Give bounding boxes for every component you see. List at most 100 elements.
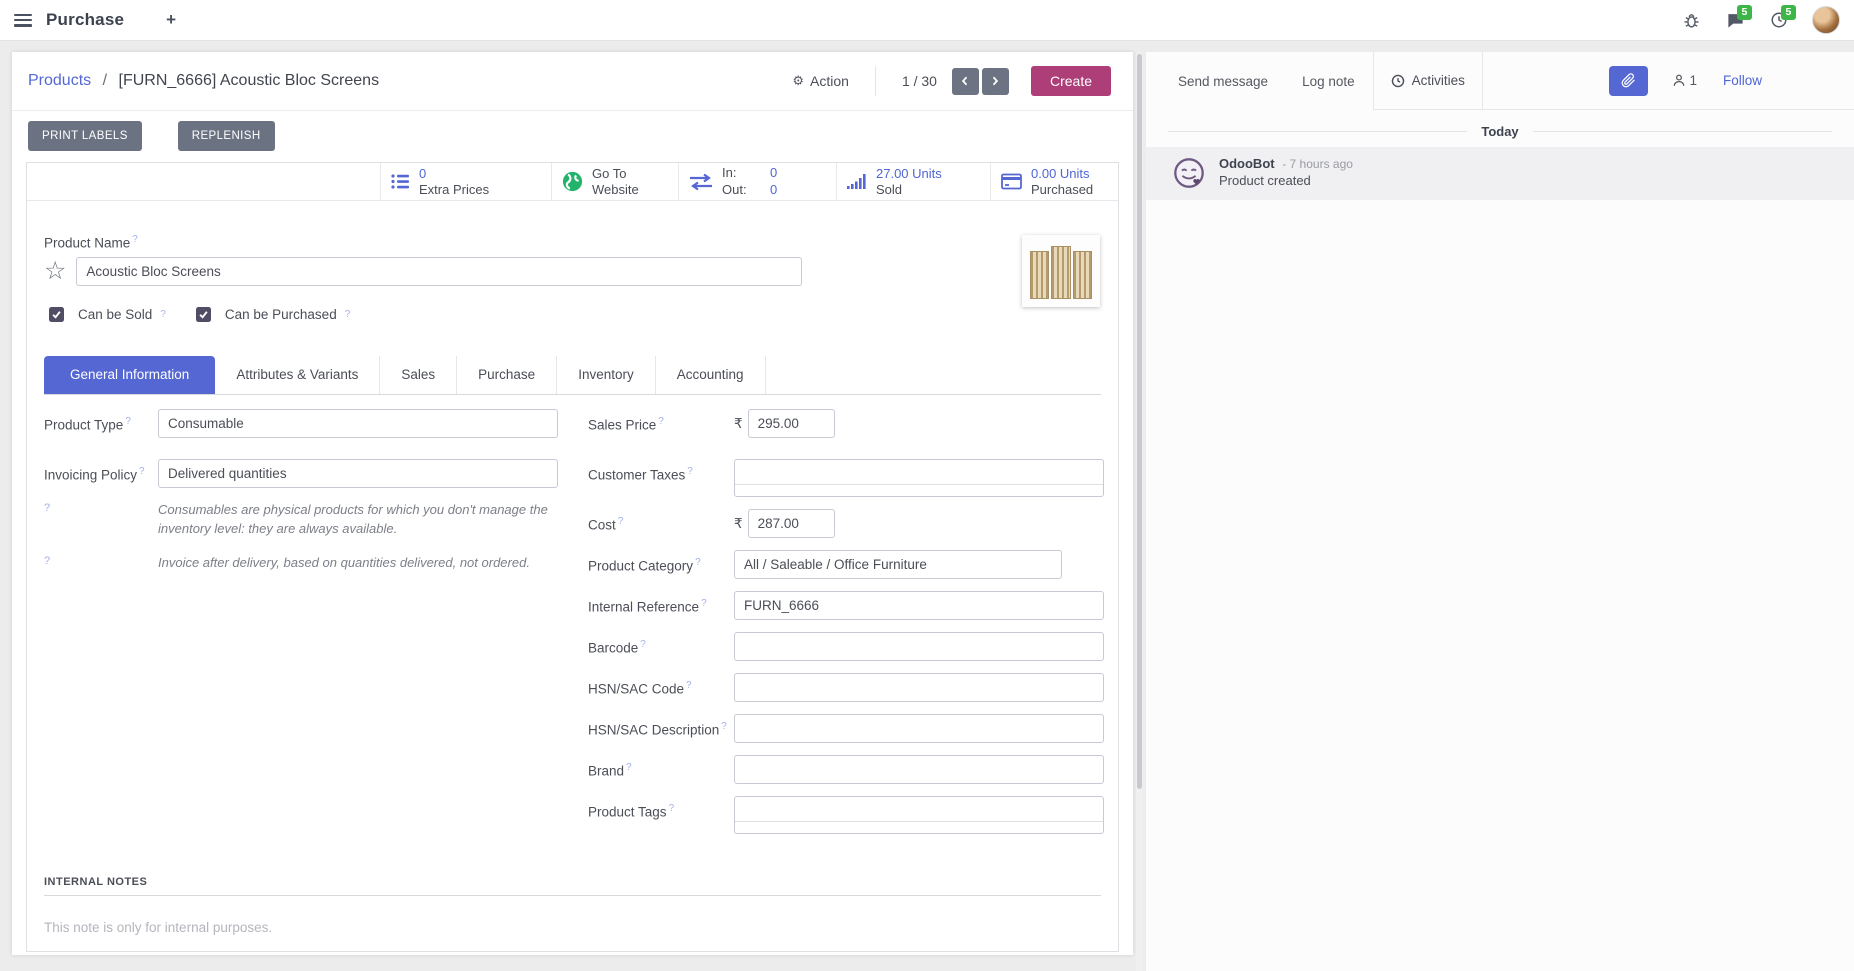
tab-general-information[interactable]: General Information: [44, 356, 215, 394]
follower-count: 1: [1689, 73, 1697, 88]
tab-accounting[interactable]: Accounting: [656, 356, 766, 394]
sales-price-input[interactable]: [748, 409, 835, 438]
hsn-description-label: HSN/SAC Description?: [588, 714, 734, 738]
units-sold-value: 27.00 Units: [876, 166, 942, 182]
internal-reference-input[interactable]: [734, 591, 1104, 620]
product-name-label: Product Name?: [44, 234, 1101, 251]
product-name-input[interactable]: [76, 257, 802, 286]
product-tags-label: Product Tags?: [588, 796, 734, 820]
units-purchased-button[interactable]: 0.00 Units Purchased: [990, 163, 1118, 200]
brand-label: Brand?: [588, 755, 734, 779]
help-question-mark: ?: [125, 416, 131, 427]
help-question-mark: ?: [132, 234, 138, 245]
plus-icon[interactable]: +: [166, 10, 176, 30]
tab-sales[interactable]: Sales: [380, 356, 457, 394]
help-question-mark: ?: [640, 639, 646, 650]
invoicing-policy-input[interactable]: [158, 459, 558, 488]
tab-purchase[interactable]: Purchase: [457, 356, 557, 394]
internal-notes-title: INTERNAL NOTES: [44, 876, 1101, 896]
divider: [875, 66, 876, 96]
hsn-code-label: HSN/SAC Code?: [588, 673, 734, 697]
app-title[interactable]: Purchase: [46, 10, 124, 30]
clock-icon: [1391, 74, 1405, 88]
message-body: Product created: [1219, 173, 1353, 188]
odoobot-avatar: [1172, 156, 1206, 190]
followers-button[interactable]: 1: [1672, 73, 1697, 88]
extra-prices-label: Extra Prices: [419, 182, 489, 198]
user-avatar[interactable]: [1812, 6, 1840, 34]
go-to-website-button[interactable]: Go To Website: [551, 163, 678, 200]
customer-taxes-input[interactable]: [734, 459, 1104, 497]
today-label: Today: [1481, 124, 1518, 139]
can-be-sold-label: Can be Sold: [78, 307, 152, 322]
chatter-message[interactable]: OdooBot - 7 hours ago Product created: [1146, 147, 1854, 200]
schedule-activity-button[interactable]: Activities: [1373, 52, 1483, 109]
scrollbar-thumb[interactable]: [1137, 54, 1142, 789]
replenish-button[interactable]: REPLENISH: [178, 121, 275, 151]
follow-button[interactable]: Follow: [1723, 73, 1762, 88]
create-button[interactable]: Create: [1031, 66, 1111, 96]
vertical-scrollbar[interactable]: [1136, 52, 1143, 971]
help-question-mark: ?: [701, 598, 707, 609]
units-sold-label: Sold: [876, 182, 942, 198]
hsn-description-input[interactable]: [734, 714, 1104, 743]
help-question-mark: ?: [160, 309, 166, 320]
product-type-input[interactable]: [158, 409, 558, 438]
activities-badge: 5: [1781, 5, 1796, 20]
can-be-sold-checkbox[interactable]: [49, 307, 64, 322]
stat-button-box: 0 Extra Prices Go To Website In:0 Out:0: [27, 163, 1118, 201]
message-timestamp: - 7 hours ago: [1282, 157, 1353, 171]
debug-bug-icon[interactable]: [1680, 9, 1702, 31]
today-divider: Today: [1168, 124, 1832, 139]
help-question-mark: ?: [721, 721, 727, 732]
help-question-mark: ?: [695, 557, 701, 568]
help-question-mark: ?: [686, 680, 692, 691]
attach-files-button[interactable]: [1609, 66, 1648, 96]
brand-input[interactable]: [734, 755, 1104, 784]
print-labels-button[interactable]: PRINT LABELS: [28, 121, 142, 151]
control-panel: Products / [FURN_6666] Acoustic Bloc Scr…: [12, 52, 1133, 110]
tab-inventory[interactable]: Inventory: [557, 356, 656, 394]
help-question-mark: ?: [687, 466, 693, 477]
help-question-mark: ?: [44, 553, 158, 573]
can-be-purchased-checkbox[interactable]: [196, 307, 211, 322]
chatter-panel: Send message Log note Activities 1 Follo…: [1146, 52, 1854, 971]
log-note-button[interactable]: Log note: [1302, 74, 1355, 89]
pager-previous-button[interactable]: [952, 68, 979, 95]
action-label: Action: [810, 73, 849, 89]
breadcrumb-current: [FURN_6666] Acoustic Bloc Screens: [119, 72, 380, 89]
product-tags-input[interactable]: [734, 796, 1104, 834]
extra-prices-button[interactable]: 0 Extra Prices: [380, 163, 551, 200]
barcode-input[interactable]: [734, 632, 1104, 661]
sales-price-label: Sales Price?: [588, 409, 734, 433]
transfer-arrows-icon: [689, 173, 713, 191]
apps-menu-icon[interactable]: [14, 14, 32, 27]
product-image[interactable]: [1022, 235, 1100, 307]
breadcrumb-separator: /: [103, 72, 107, 89]
pager-next-button[interactable]: [982, 68, 1009, 95]
tab-attributes-variants[interactable]: Attributes & Variants: [215, 356, 380, 394]
activities-clock-icon[interactable]: 5: [1768, 9, 1790, 31]
barcode-label: Barcode?: [588, 632, 734, 656]
cost-input[interactable]: [748, 509, 835, 538]
help-question-mark: ?: [618, 516, 624, 527]
can-be-purchased-label: Can be Purchased: [225, 307, 337, 322]
units-sold-button[interactable]: 27.00 Units Sold: [836, 163, 990, 200]
message-author[interactable]: OdooBot: [1219, 156, 1275, 171]
favorite-star-icon[interactable]: ☆: [44, 259, 66, 284]
breadcrumb-products-link[interactable]: Products: [28, 72, 91, 89]
notebook-tabs: General Information Attributes & Variant…: [44, 356, 1101, 395]
messages-icon[interactable]: 5: [1724, 9, 1746, 31]
product-category-input[interactable]: [734, 550, 1062, 579]
in-value: 0: [770, 165, 777, 181]
send-message-button[interactable]: Send message: [1178, 74, 1268, 89]
help-question-mark: ?: [139, 466, 145, 477]
internal-notes-placeholder[interactable]: This note is only for internal purposes.: [44, 920, 1101, 935]
hsn-code-input[interactable]: [734, 673, 1104, 702]
activities-label: Activities: [1412, 73, 1465, 88]
out-label: Out:: [722, 182, 756, 198]
action-menu-button[interactable]: ⚙ Action: [792, 73, 849, 89]
cost-label: Cost?: [588, 509, 734, 533]
globe-icon: [562, 171, 583, 192]
in-out-button[interactable]: In:0 Out:0: [678, 163, 836, 200]
